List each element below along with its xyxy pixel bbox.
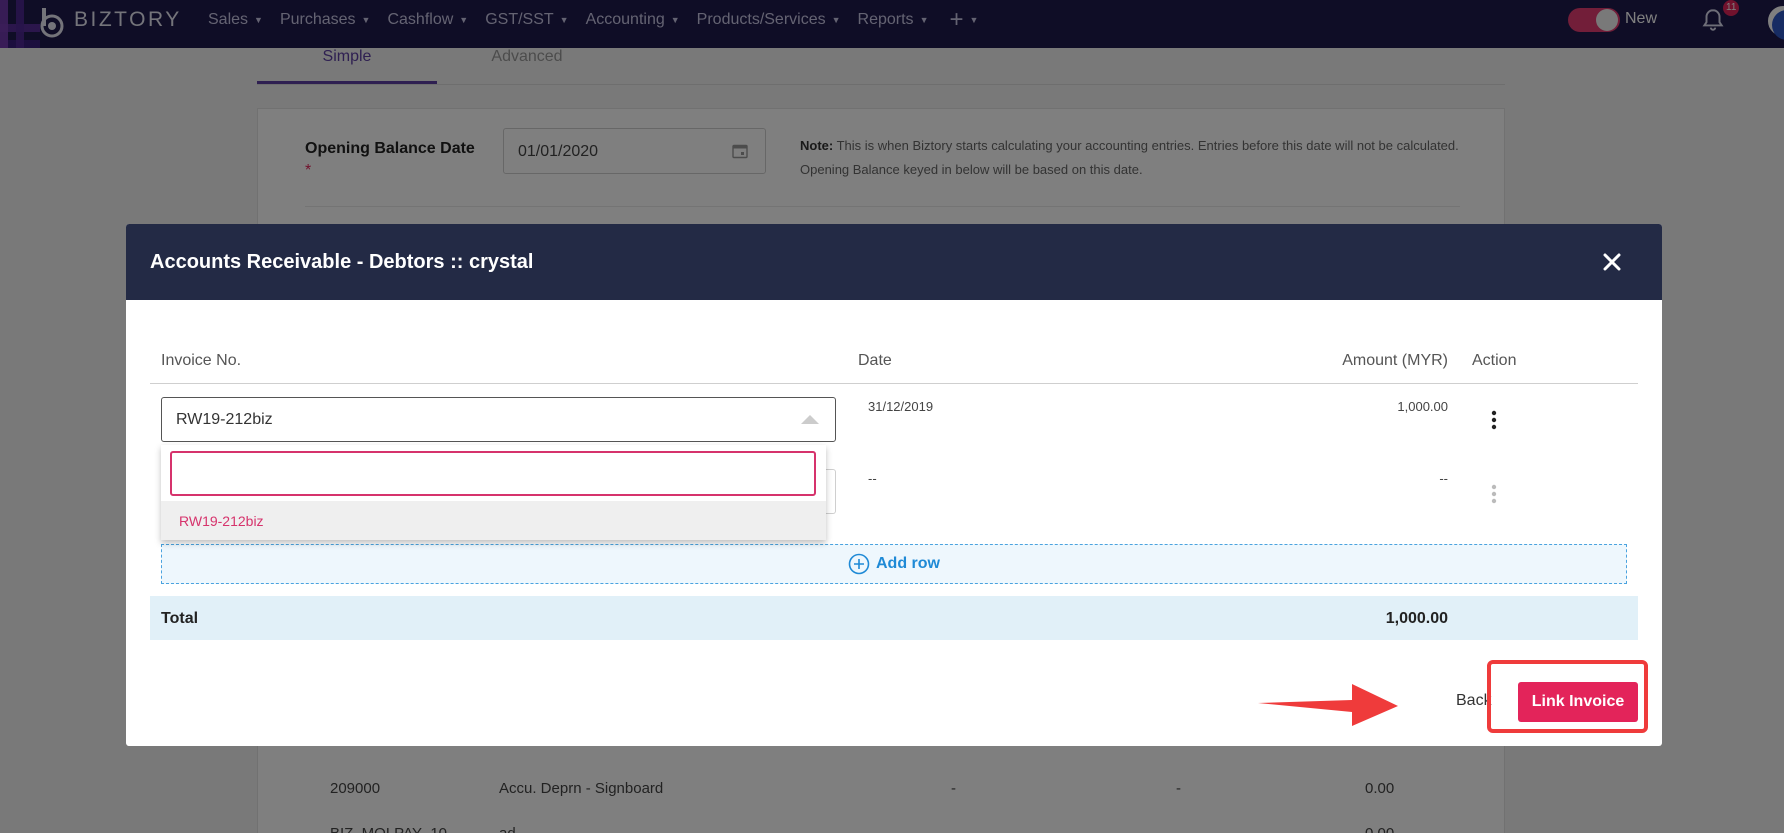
invoice-dropdown-menu: RW19-212biz xyxy=(161,445,826,540)
column-header-amount: Amount (MYR) xyxy=(1342,352,1448,369)
link-invoice-modal: Accounts Receivable - Debtors :: crystal… xyxy=(126,224,1662,746)
invoice-select-row-2[interactable] xyxy=(826,469,836,514)
column-header-action: Action xyxy=(1472,352,1517,369)
more-vertical-icon[interactable] xyxy=(1484,409,1504,431)
invoice-amount: 1,000.00 xyxy=(1397,399,1448,414)
total-value: 1,000.00 xyxy=(1385,610,1448,627)
close-icon[interactable] xyxy=(1598,248,1626,276)
modal-title: Accounts Receivable - Debtors :: crystal xyxy=(150,251,534,273)
total-label: Total xyxy=(161,610,199,627)
more-vertical-icon[interactable] xyxy=(1484,483,1504,505)
annotation-arrow-icon xyxy=(1258,684,1398,726)
column-header-date: Date xyxy=(858,352,892,369)
plus-circle-icon xyxy=(848,553,870,575)
table-header-divider xyxy=(150,383,1638,384)
chevron-up-icon xyxy=(801,415,819,424)
invoice-date: -- xyxy=(868,471,877,486)
modal-header: Accounts Receivable - Debtors :: crystal xyxy=(126,224,1662,300)
invoice-date: 31/12/2019 xyxy=(868,399,934,414)
invoice-search-input[interactable] xyxy=(170,451,816,496)
invoice-select[interactable]: RW19-212biz xyxy=(161,397,836,442)
invoice-amount: -- xyxy=(1439,471,1448,486)
annotation-highlight-box xyxy=(1487,660,1648,733)
column-header-invoice: Invoice No. xyxy=(161,352,242,369)
total-row: Total 1,000.00 xyxy=(150,596,1638,640)
add-row-button[interactable]: Add row xyxy=(161,544,1627,584)
dropdown-option[interactable]: RW19-212biz xyxy=(161,501,826,540)
add-row-label: Add row xyxy=(876,555,940,572)
